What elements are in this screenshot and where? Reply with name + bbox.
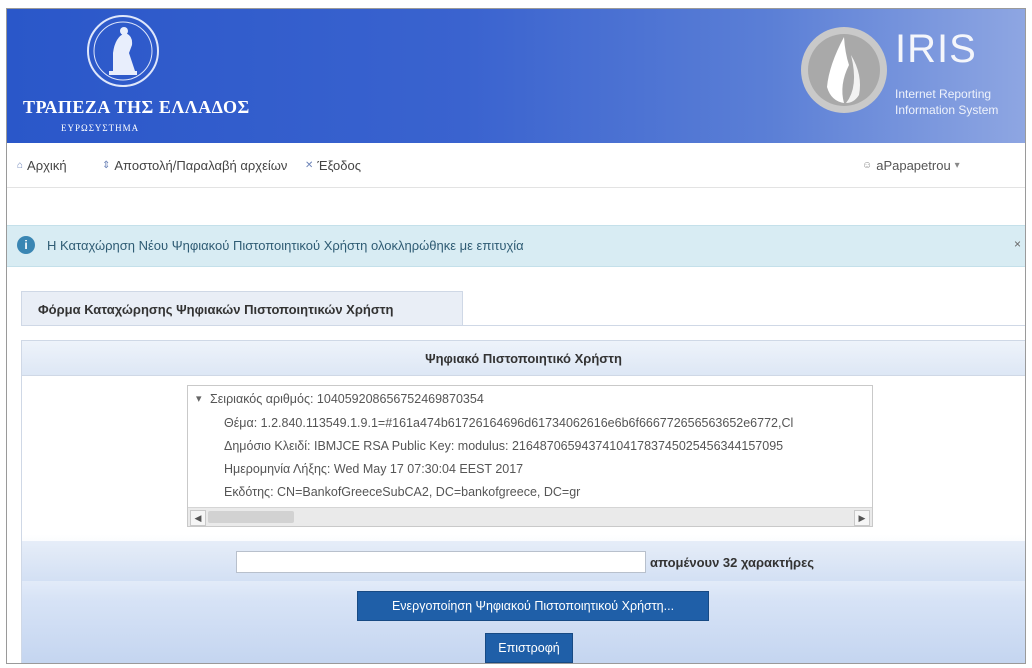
remaining-characters: απομένουν 32 χαρακτήρες [650, 555, 814, 570]
header-banner: ΤΡΑΠΕΖΑ ΤΗΣ ΕΛΛΑΔΟΣ ΕΥΡΩΣΥΣΤΗΜΑ IRIS Int… [7, 9, 1025, 143]
home-icon: ⌂ [17, 160, 24, 171]
scroll-left-icon[interactable]: ◀ [190, 510, 206, 526]
certificate-tree[interactable]: ▾ Σειριακός αριθμός: 1040592086567524698… [187, 385, 873, 527]
panel-header: Ψηφιακό Πιστοποιητικό Χρήστη [22, 341, 1025, 376]
bank-subtitle: ΕΥΡΩΣΥΣΤΗΜΑ [61, 123, 140, 133]
nav-file-transfer-label: Αποστολή/Παραλαβή αρχείων [114, 158, 288, 173]
collapse-toggle-icon[interactable]: ▾ [196, 392, 202, 405]
app-subtitle-line2: Information System [895, 103, 999, 117]
alert-message: Η Καταχώρηση Νέου Ψηφιακού Πιστοποιητικο… [47, 238, 524, 253]
certificate-text-input[interactable] [236, 551, 646, 573]
divider [21, 325, 1025, 326]
nav-logout-label: Έξοδος [317, 158, 362, 173]
form-tab[interactable]: Φόρμα Καταχώρησης Ψηφιακών Πιστοποιητικώ… [21, 291, 463, 326]
scroll-right-icon[interactable]: ▶ [854, 510, 870, 526]
scrollbar-thumb[interactable] [208, 511, 294, 523]
input-row: απομένουν 32 χαρακτήρες [22, 541, 1025, 581]
horizontal-scrollbar[interactable]: ◀ ▶ [188, 507, 872, 526]
certificate-public-key: Δημόσιο Κλειδί: IBMJCE RSA Public Key: m… [224, 439, 784, 453]
iris-logo-icon [801, 27, 887, 113]
back-button[interactable]: Επιστροφή [485, 633, 573, 663]
nav-home[interactable]: ⌂ Αρχική [17, 158, 67, 173]
certificate-subject: Θέμα: 1.2.840.113549.1.9.1=#161a474b6172… [224, 416, 794, 430]
alert-close-button[interactable]: × [1014, 237, 1021, 251]
certificate-serial: Σειριακός αριθμός: 104059208656752469870… [210, 392, 484, 406]
certificate-panel: Ψηφιακό Πιστοποιητικό Χρήστη ▾ Σειριακός… [21, 340, 1025, 663]
top-navigation: ⌂ Αρχική ⇕ Αποστολή/Παραλαβή αρχείων ✕ Έ… [7, 143, 1025, 188]
close-icon: ✕ [305, 160, 314, 171]
bank-seal-logo [87, 15, 159, 87]
form-tab-label: Φόρμα Καταχώρησης Ψηφιακών Πιστοποιητικώ… [38, 302, 394, 317]
certificate-issuer: Εκδότης: CN=BankofGreeceSubCA2, DC=banko… [224, 485, 581, 499]
user-icon: ☺ [862, 160, 873, 171]
nav-logout[interactable]: ✕ Έξοδος [305, 158, 361, 173]
nav-home-label: Αρχική [27, 158, 67, 173]
panel-title: Ψηφιακό Πιστοποιητικό Χρήστη [425, 351, 622, 366]
username: aPapapetrou [876, 158, 951, 173]
certificate-expiry: Ημερομηνία Λήξης: Wed May 17 07:30:04 EE… [224, 462, 524, 476]
app-window: ΤΡΑΠΕΖΑ ΤΗΣ ΕΛΛΑΔΟΣ ΕΥΡΩΣΥΣΤΗΜΑ IRIS Int… [6, 8, 1026, 664]
activate-certificate-button[interactable]: Ενεργοποίηση Ψηφιακού Πιστοποιητικού Χρή… [357, 591, 709, 621]
transfer-icon: ⇕ [102, 160, 111, 171]
app-subtitle-line1: Internet Reporting [895, 87, 992, 101]
nav-file-transfer[interactable]: ⇕ Αποστολή/Παραλαβή αρχείων [102, 158, 287, 173]
bank-name: ΤΡΑΠΕΖΑ ΤΗΣ ΕΛΛΑΔΟΣ [23, 97, 250, 117]
user-menu[interactable]: ☺ aPapapetrou ▾ [862, 158, 960, 173]
success-alert: i Η Καταχώρηση Νέου Ψηφιακού Πιστοποιητι… [7, 225, 1025, 267]
chevron-down-icon: ▾ [954, 160, 960, 171]
info-icon: i [17, 236, 35, 254]
app-name: IRIS [895, 27, 977, 71]
